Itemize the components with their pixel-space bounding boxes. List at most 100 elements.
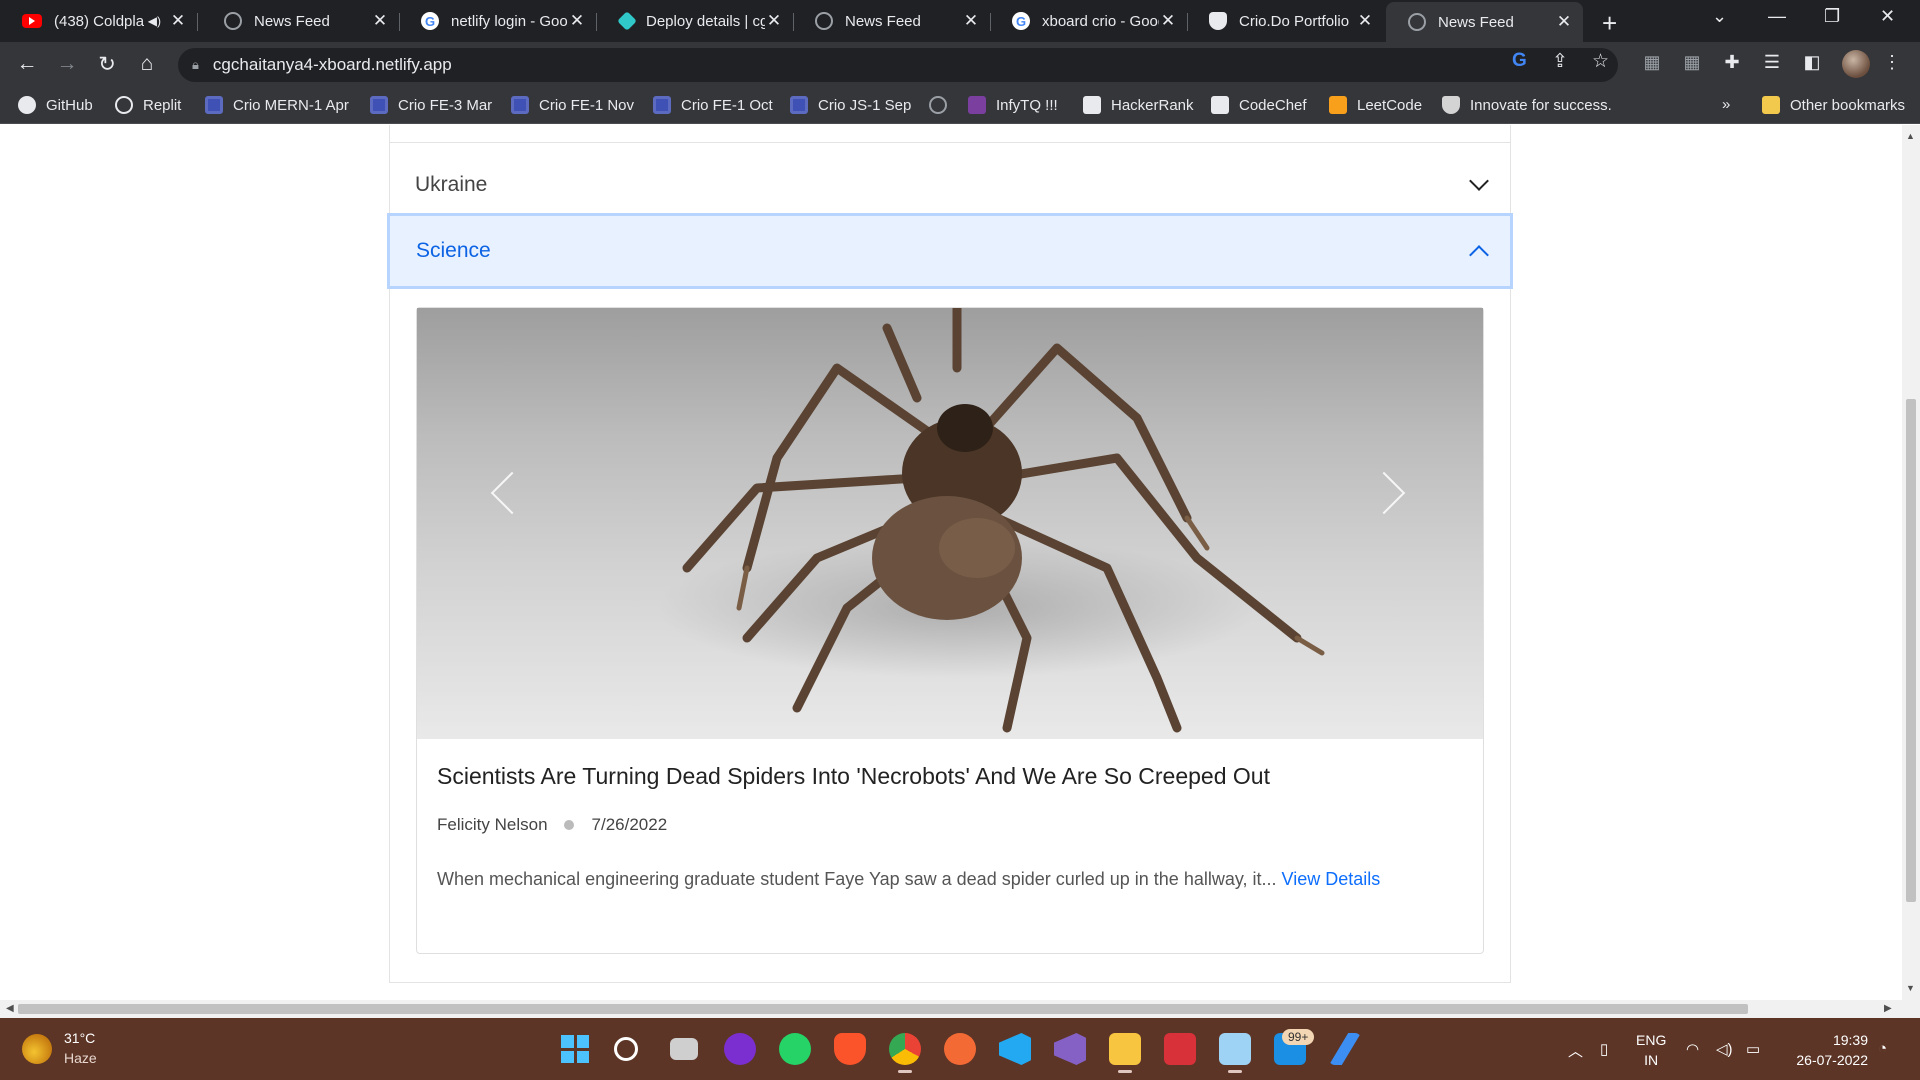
task-view-icon[interactable] <box>670 1038 698 1060</box>
browser-tab[interactable]: G netlify login - Google ✕ <box>399 5 597 37</box>
volume-icon[interactable]: ◁) <box>1716 1040 1733 1058</box>
scroll-right-arrow[interactable]: ▶ <box>1884 1003 1892 1014</box>
scroll-down-arrow[interactable]: ▼ <box>1906 983 1915 993</box>
bookmark-label: Crio FE-1 Oct <box>681 96 773 114</box>
browser-tab[interactable]: News Feed ✕ <box>793 5 991 37</box>
notifications-icon[interactable]: ◔ <box>1878 1040 1887 1057</box>
side-panel-icon[interactable]: ◧ <box>1802 52 1822 72</box>
bookmark-crio-fe1-nov[interactable]: Crio FE-1 Nov <box>511 96 634 114</box>
speaker-icon[interactable]: ◀) <box>148 14 161 28</box>
extension-icon[interactable]: ▦ <box>1642 52 1662 72</box>
bookmark-crio-fe1-oct[interactable]: Crio FE-1 Oct <box>653 96 773 114</box>
menu-icon[interactable]: ⋮ <box>1882 52 1902 72</box>
browser-tab-active[interactable]: News Feed ✕ <box>1386 2 1583 42</box>
other-bookmarks-button[interactable]: Other bookmarks <box>1762 96 1905 114</box>
bookmark-github[interactable]: GitHub <box>18 96 93 114</box>
wifi-icon[interactable]: ◠ <box>1686 1040 1699 1058</box>
close-tab-icon[interactable]: ✕ <box>962 11 980 31</box>
weather-icon[interactable] <box>22 1034 52 1064</box>
accordion-header-ukraine[interactable]: Ukraine <box>390 150 1510 220</box>
chrome-icon[interactable] <box>889 1033 921 1073</box>
language-indicator[interactable]: ENG IN <box>1636 1030 1666 1070</box>
close-tab-icon[interactable]: ✕ <box>169 11 187 31</box>
bookmark-label: Crio MERN-1 Apr <box>233 96 349 114</box>
google-lens-icon[interactable]: G <box>1512 50 1527 72</box>
bookmark-crio-js1[interactable]: Crio JS-1 Sep <box>790 96 911 114</box>
browser-tab[interactable]: G xboard crio - Google ✕ <box>990 5 1188 37</box>
crio-icon <box>790 96 808 114</box>
bookmark-infytq[interactable]: InfyTQ !!! <box>968 96 1058 114</box>
bookmark-crio-mern[interactable]: Crio MERN-1 Apr <box>205 96 349 114</box>
restore-button[interactable]: ❐ <box>1824 6 1840 27</box>
scroll-up-arrow[interactable]: ▲ <box>1906 131 1915 141</box>
minimize-button[interactable]: — <box>1768 6 1786 27</box>
puzzle-icon[interactable]: ✚ <box>1722 52 1742 72</box>
back-icon[interactable]: ← <box>14 52 40 76</box>
bookmark-leetcode[interactable]: LeetCode <box>1329 96 1422 114</box>
home-icon[interactable]: ⌂ <box>134 52 160 76</box>
forward-icon[interactable]: → <box>54 52 80 76</box>
horizontal-scrollbar[interactable]: ◀ ▶ <box>0 1000 1920 1018</box>
page-viewport: Ukraine Science Scientists Are Turning D… <box>0 125 1902 1000</box>
bookmark-label: Replit <box>143 96 182 114</box>
close-tab-icon[interactable]: ✕ <box>1159 11 1177 31</box>
close-tab-icon[interactable]: ✕ <box>1555 12 1573 32</box>
tablet-icon[interactable]: ▯ <box>1600 1040 1608 1058</box>
bookmarks-overflow-button[interactable]: » <box>1722 96 1730 113</box>
github-icon <box>18 96 36 114</box>
weather-temperature[interactable]: 31°C <box>64 1030 95 1046</box>
browser-tab[interactable]: Crio.Do Portfolio ✕ <box>1187 5 1384 37</box>
bookmark-star-icon[interactable]: ☆ <box>1592 50 1609 73</box>
vertical-scrollbar[interactable]: ▲ ▼ <box>1902 125 1920 1000</box>
tor-browser-icon[interactable] <box>724 1033 756 1065</box>
browser-tab[interactable]: Deploy details | cgchaitanya ✕ <box>596 5 794 37</box>
browser-tab[interactable]: News Feed ✕ <box>202 5 400 37</box>
share-icon[interactable]: ⇪ <box>1552 50 1568 73</box>
new-tab-button[interactable]: + <box>1602 8 1617 39</box>
file-explorer-icon[interactable] <box>1109 1033 1141 1073</box>
start-tile <box>561 1035 574 1048</box>
close-tab-icon[interactable]: ✕ <box>568 11 586 31</box>
browser-toolbar: ← → ↻ ⌂ 🔒︎ cgchaitanya4-xboard.netlify.a… <box>0 42 1920 88</box>
bookmark-codechef[interactable]: CodeChef <box>1211 96 1307 114</box>
bookmark-hackerrank[interactable]: HackerRank <box>1083 96 1194 114</box>
profile-avatar[interactable] <box>1842 50 1870 78</box>
brave-icon[interactable] <box>834 1033 866 1065</box>
task-manager-icon[interactable] <box>1219 1033 1251 1073</box>
close-window-button[interactable]: ✕ <box>1880 6 1895 27</box>
battery-icon[interactable]: ▭ <box>1746 1040 1760 1058</box>
close-tab-icon[interactable]: ✕ <box>1356 11 1374 31</box>
tab-title: Crio.Do Portfolio <box>1239 12 1350 30</box>
view-details-link[interactable]: View Details <box>1282 869 1381 889</box>
close-tab-icon[interactable]: ✕ <box>371 11 389 31</box>
bookmark-innovate[interactable]: Innovate for success. <box>1442 96 1612 114</box>
azure-icon[interactable] <box>1329 1033 1361 1065</box>
close-tab-icon[interactable]: ✕ <box>765 11 783 31</box>
vertical-scroll-thumb[interactable] <box>1906 399 1916 902</box>
start-icon[interactable] <box>559 1033 591 1065</box>
bookmark-crio-fe3[interactable]: Crio FE-3 Mar <box>370 96 492 114</box>
address-bar[interactable]: 🔒︎ cgchaitanya4-xboard.netlify.app <box>178 48 1618 82</box>
whatsapp-icon[interactable] <box>779 1033 811 1065</box>
tab-search-icon[interactable]: ⌄ <box>1712 6 1727 27</box>
extension-icon[interactable]: ▦ <box>1682 52 1702 72</box>
scroll-left-arrow[interactable]: ◀ <box>6 1003 14 1014</box>
visual-studio-icon[interactable] <box>1054 1033 1086 1065</box>
bookmark-label: Crio JS-1 Sep <box>818 96 912 114</box>
search-icon[interactable] <box>614 1037 638 1061</box>
browser-tab[interactable]: (438) Coldplay ◀) ✕ <box>0 5 198 37</box>
system-clock[interactable]: 19:39 26-07-2022 <box>1790 1030 1868 1070</box>
media-control-icon[interactable]: ☰ <box>1762 52 1782 72</box>
lock-icon[interactable]: 🔒︎ <box>192 57 199 73</box>
vscode-icon[interactable] <box>999 1033 1031 1065</box>
weather-description[interactable]: Haze <box>64 1050 97 1066</box>
horizontal-scroll-thumb[interactable] <box>18 1004 1748 1014</box>
postman-icon[interactable] <box>944 1033 976 1065</box>
bookmark-replit[interactable]: Replit <box>115 96 181 114</box>
bookmark-globe[interactable] <box>929 96 957 114</box>
chevron-up-icon[interactable]: ︿ <box>1568 1040 1583 1061</box>
accordion-header-science[interactable]: Science <box>387 213 1513 289</box>
reload-icon[interactable]: ↻ <box>94 52 120 77</box>
bookmark-label: GitHub <box>46 96 93 114</box>
news-app-icon[interactable] <box>1164 1033 1196 1065</box>
